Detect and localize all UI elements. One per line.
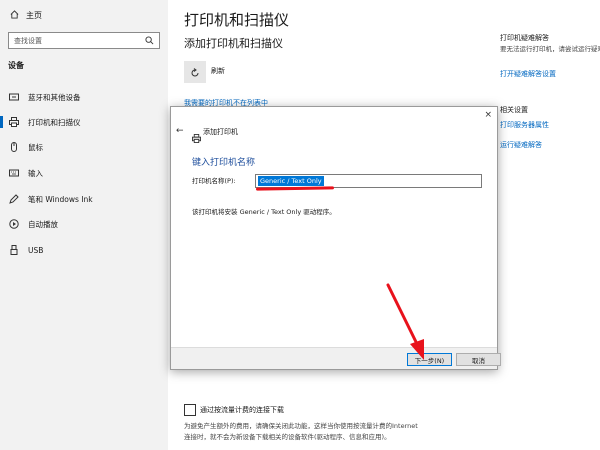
sidebar-item-autoplay[interactable]: 自动播放 (0, 213, 168, 235)
sidebar-item-label: 自动播放 (28, 219, 58, 229)
close-icon[interactable]: × (484, 110, 492, 120)
printer-name-input[interactable]: Generic / Text Only (255, 174, 482, 188)
metered-download-label: 通过按流量计费的连接下载 (200, 406, 284, 414)
back-arrow-icon[interactable]: ← (176, 126, 184, 136)
pen-icon (9, 194, 19, 204)
mouse-icon (9, 142, 19, 152)
sidebar-item-printers[interactable]: 打印机和扫描仪 (0, 111, 168, 133)
sidebar-item-label: 鼠标 (28, 142, 43, 152)
red-annotation-underline (255, 186, 335, 191)
keyboard-icon (9, 168, 19, 178)
print-server-properties-link[interactable]: 打印服务器属性 (500, 120, 549, 130)
sidebar-item-mouse[interactable]: 鼠标 (0, 136, 168, 158)
section-title: 添加打印机和扫描仪 (184, 37, 283, 50)
search-placeholder: 查找设置 (14, 37, 42, 45)
refresh-button[interactable] (184, 61, 206, 83)
settings-sidebar: 主页 查找设置 设备 蓝牙和其他设备 打印机和扫描仪 鼠标 输入 笔和 Wind… (0, 0, 168, 450)
page-title: 打印机和扫描仪 (184, 11, 290, 29)
home-icon (10, 10, 19, 21)
cancel-button[interactable]: 取消 (456, 353, 501, 366)
dialog-heading: 键入打印机名称 (192, 158, 256, 168)
usb-icon (9, 245, 19, 255)
driver-info-text: 该打印机将安装 Generic / Text Only 驱动程序。 (192, 208, 336, 216)
next-button[interactable]: 下一步(N) (407, 353, 452, 366)
refresh-icon (190, 63, 200, 82)
sidebar-item-label: 打印机和扫描仪 (28, 117, 81, 127)
dialog-footer: 下一步(N) 取消 (171, 347, 501, 369)
sidebar-item-label: USB (28, 245, 44, 255)
printer-name-label: 打印机名称(P): (192, 177, 236, 185)
search-input[interactable]: 查找设置 (8, 32, 160, 49)
run-troubleshooter-link[interactable]: 运行疑难解答 (500, 140, 542, 150)
add-printer-dialog: × ← 添加打印机 键入打印机名称 打印机名称(P): Generic / Te… (170, 106, 501, 370)
sidebar-item-bluetooth[interactable]: 蓝牙和其他设备 (0, 86, 168, 108)
refresh-label: 刷新 (211, 67, 225, 75)
autoplay-icon (9, 219, 19, 229)
dialog-title: 添加打印机 (203, 128, 238, 136)
section-label: 设备 (8, 61, 24, 70)
troubleshoot-description: 要无法运行打印机，请尝试运行疑难解答。 (500, 45, 600, 53)
printer-name-value: Generic / Text Only (258, 176, 324, 186)
sidebar-item-label: 笔和 Windows Ink (28, 194, 93, 204)
sidebar-item-label: 输入 (28, 168, 43, 178)
metered-download-description: 为避免产生额外的费用，请确保关闭此功能，这样当你使用按流量计费的Internet… (184, 422, 418, 441)
sidebar-item-usb[interactable]: USB (0, 239, 168, 261)
home-label: 主页 (26, 11, 42, 20)
printer-icon (192, 128, 201, 147)
bluetooth-icon (9, 92, 19, 102)
sidebar-item-pen[interactable]: 笔和 Windows Ink (0, 188, 168, 210)
printer-icon (9, 117, 19, 127)
sidebar-item-label: 蓝牙和其他设备 (28, 92, 81, 102)
metered-download-checkbox[interactable] (184, 404, 196, 416)
sidebar-item-typing[interactable]: 输入 (0, 162, 168, 184)
troubleshoot-title: 打印机疑难解答 (500, 34, 549, 42)
search-icon[interactable] (145, 36, 154, 47)
troubleshoot-settings-link[interactable]: 打开疑难解答设置 (500, 69, 556, 79)
sidebar-home[interactable]: 主页 (10, 10, 42, 21)
related-settings-title: 相关设置 (500, 106, 528, 114)
